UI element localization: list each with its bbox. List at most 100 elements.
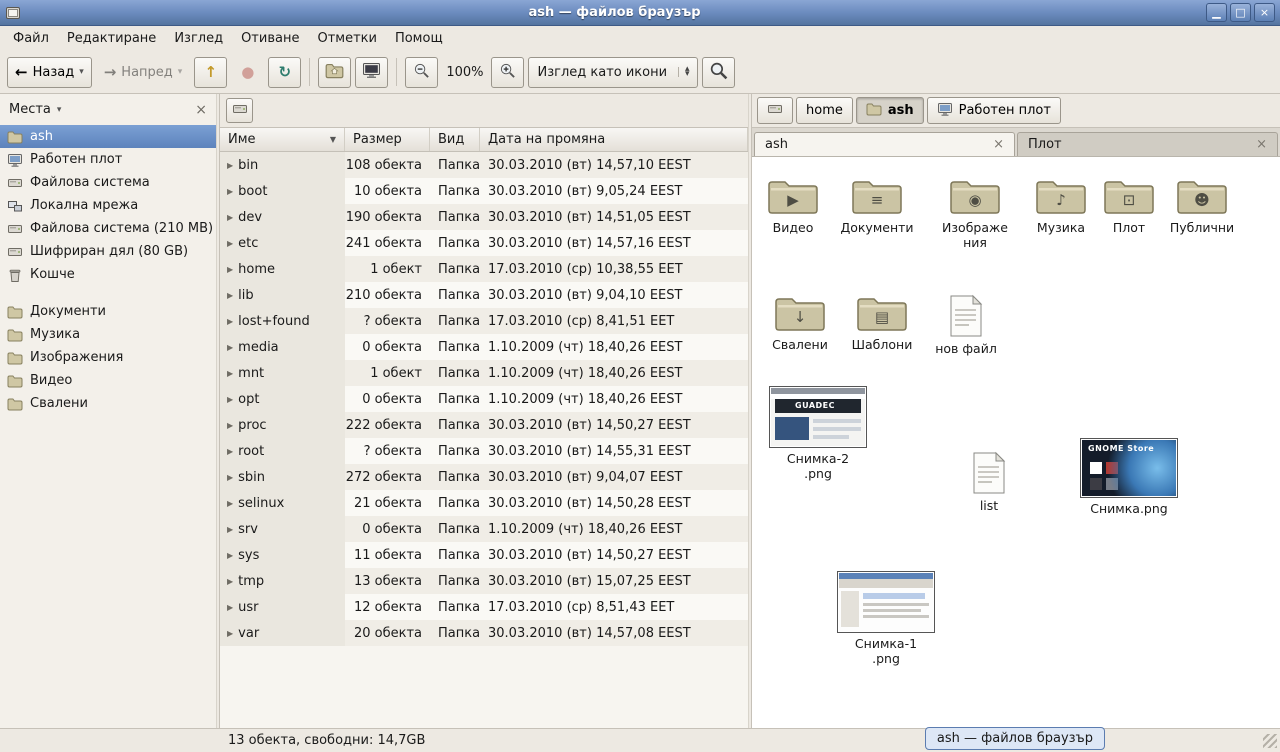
sidebar-item-Видео[interactable]: Видео: [0, 369, 216, 392]
forward-button[interactable]: → Напред ▾: [96, 57, 191, 88]
expander-icon[interactable]: ▶: [227, 421, 233, 430]
expander-icon[interactable]: ▶: [227, 577, 233, 586]
icon-view-item-Шаблони[interactable]: ▤Шаблони: [840, 294, 924, 352]
table-row-mnt[interactable]: ▶mnt1 обектПапка1.10.2009 (чт) 18,40,26 …: [220, 360, 748, 386]
menu-item-Файл[interactable]: Файл: [4, 28, 58, 49]
expander-icon[interactable]: ▶: [227, 369, 233, 378]
sidebar-item-Кошче[interactable]: Кошче: [0, 263, 216, 286]
back-dropdown-icon[interactable]: ▾: [79, 67, 84, 77]
pathbar-button-Работен плот[interactable]: Работен плот: [927, 97, 1061, 124]
expander-icon[interactable]: ▶: [227, 291, 233, 300]
tab-close-icon[interactable]: ×: [1256, 137, 1267, 152]
pathbar-button-home[interactable]: home: [796, 97, 853, 124]
icon-view-item-нов файл[interactable]: нов файл: [928, 294, 1004, 356]
pathbar-button-root[interactable]: [757, 97, 793, 124]
expander-icon[interactable]: ▶: [227, 603, 233, 612]
expander-icon[interactable]: ▶: [227, 629, 233, 638]
expander-icon[interactable]: ▶: [227, 239, 233, 248]
icon-view-item-Снимка-1.png[interactable]: Снимка-1.png: [853, 571, 919, 666]
sidebar-item-Свалени[interactable]: Свалени: [0, 392, 216, 415]
icon-view-item-Видео[interactable]: ▶Видео: [752, 177, 835, 235]
table-row-opt[interactable]: ▶opt0 обектаПапка1.10.2009 (чт) 18,40,26…: [220, 386, 748, 412]
expander-icon[interactable]: ▶: [227, 551, 233, 560]
sidebar-dropdown-icon[interactable]: ▾: [57, 105, 62, 115]
menu-item-Отиване[interactable]: Отиване: [232, 28, 308, 49]
column-header-size[interactable]: Размер: [345, 128, 430, 151]
table-row-root[interactable]: ▶root? обектаПапка30.03.2010 (вт) 14,55,…: [220, 438, 748, 464]
table-row-home[interactable]: ▶home1 обектПапка17.03.2010 (ср) 10,38,5…: [220, 256, 748, 282]
expander-icon[interactable]: ▶: [227, 499, 233, 508]
expander-icon[interactable]: ▶: [227, 161, 233, 170]
table-row-sbin[interactable]: ▶sbin272 обектаПапка30.03.2010 (вт) 9,04…: [220, 464, 748, 490]
titlebar[interactable]: ash — файлов браузър ▁ □ ×: [0, 0, 1280, 26]
sidebar-item-Локална мрежа[interactable]: Локална мрежа: [0, 194, 216, 217]
sidebar-item-Изображения[interactable]: Изображения: [0, 346, 216, 369]
icon-view-item-Музика[interactable]: ♪Музика: [1019, 177, 1103, 235]
icon-view-item-Документи[interactable]: ≡Документи: [835, 177, 919, 235]
sidebar-item-Работен плот[interactable]: Работен плот: [0, 148, 216, 171]
maximize-button[interactable]: □: [1230, 3, 1251, 22]
sidebar-item-Файлова система (210 MB)[interactable]: Файлова система (210 MB): [0, 217, 216, 240]
sidebar-item-Шифриран дял (80 GB)[interactable]: Шифриран дял (80 GB): [0, 240, 216, 263]
sidebar-item-ash[interactable]: ash: [0, 125, 216, 148]
tab-ash[interactable]: ash×: [754, 132, 1015, 156]
sidebar-item-Документи[interactable]: Документи: [0, 300, 216, 323]
icon-view-item-Изображения[interactable]: ◉Изображения: [939, 177, 1011, 250]
expander-icon[interactable]: ▶: [227, 447, 233, 456]
menu-item-Редактиране[interactable]: Редактиране: [58, 28, 165, 49]
zoom-out-button[interactable]: [405, 57, 438, 88]
sidebar-item-Музика[interactable]: Музика: [0, 323, 216, 346]
sidebar-close-icon[interactable]: ×: [195, 102, 207, 118]
resize-grip[interactable]: [1263, 734, 1277, 748]
expander-icon[interactable]: ▶: [227, 317, 233, 326]
sidebar-item-Файлова система[interactable]: Файлова система: [0, 171, 216, 194]
back-button[interactable]: ← Назад ▾: [7, 57, 92, 88]
menu-item-Помощ[interactable]: Помощ: [386, 28, 452, 49]
expander-icon[interactable]: ▶: [227, 343, 233, 352]
table-row-lost+found[interactable]: ▶lost+found? обектаПапка17.03.2010 (ср) …: [220, 308, 748, 334]
expander-icon[interactable]: ▶: [227, 187, 233, 196]
icon-view-item-Свалени[interactable]: ↓Свалени: [758, 294, 842, 352]
close-button[interactable]: ×: [1254, 3, 1275, 22]
icon-view-item-list[interactable]: list: [959, 451, 1019, 513]
search-button[interactable]: [702, 57, 735, 88]
table-row-proc[interactable]: ▶proc222 обектаПапка30.03.2010 (вт) 14,5…: [220, 412, 748, 438]
icon-view-item-Снимка-2.png[interactable]: GUADECСнимка-2.png: [785, 386, 851, 481]
table-row-lib[interactable]: ▶lib210 обектаПапка30.03.2010 (вт) 9,04,…: [220, 282, 748, 308]
taskbar-window-button[interactable]: ash — файлов браузър: [925, 727, 1105, 750]
table-row-bin[interactable]: ▶bin108 обектаПапка30.03.2010 (вт) 14,57…: [220, 152, 748, 178]
table-row-usr[interactable]: ▶usr12 обектаПапка17.03.2010 (ср) 8,51,4…: [220, 594, 748, 620]
minimize-button[interactable]: ▁: [1206, 3, 1227, 22]
up-button[interactable]: ↑: [194, 57, 227, 88]
computer-button[interactable]: [355, 57, 388, 88]
expander-icon[interactable]: ▶: [227, 525, 233, 534]
table-row-selinux[interactable]: ▶selinux21 обектаПапка30.03.2010 (вт) 14…: [220, 490, 748, 516]
menu-item-Отметки[interactable]: Отметки: [308, 28, 385, 49]
table-row-tmp[interactable]: ▶tmp13 обектаПапка30.03.2010 (вт) 15,07,…: [220, 568, 748, 594]
column-header-date[interactable]: Дата на промяна: [480, 128, 748, 151]
table-row-media[interactable]: ▶media0 обектаПапка1.10.2009 (чт) 18,40,…: [220, 334, 748, 360]
icon-view-item-Плот[interactable]: ⊡Плот: [1096, 177, 1162, 235]
table-row-boot[interactable]: ▶boot10 обектаПапка30.03.2010 (вт) 9,05,…: [220, 178, 748, 204]
tab-close-icon[interactable]: ×: [993, 137, 1004, 152]
table-row-srv[interactable]: ▶srv0 обектаПапка1.10.2009 (чт) 18,40,26…: [220, 516, 748, 542]
pathbar-button-ash[interactable]: ash: [856, 97, 924, 124]
stop-button[interactable]: ●: [231, 57, 264, 88]
column-header-type[interactable]: Вид: [430, 128, 480, 151]
tab-Плот[interactable]: Плот×: [1017, 132, 1278, 156]
table-row-sys[interactable]: ▶sys11 обектаПапка30.03.2010 (вт) 14,50,…: [220, 542, 748, 568]
expander-icon[interactable]: ▶: [227, 213, 233, 222]
sidebar-title[interactable]: Места: [9, 102, 51, 117]
location-button[interactable]: [226, 98, 253, 123]
table-row-var[interactable]: ▶var20 обектаПапка30.03.2010 (вт) 14,57,…: [220, 620, 748, 646]
view-mode-select[interactable]: Изглед като икони ▴▾: [528, 57, 698, 88]
home-button[interactable]: [318, 57, 351, 88]
menu-item-Изглед[interactable]: Изглед: [165, 28, 232, 49]
reload-button[interactable]: ↻: [268, 57, 301, 88]
expander-icon[interactable]: ▶: [227, 265, 233, 274]
expander-icon[interactable]: ▶: [227, 395, 233, 404]
icon-view-item-Снимка.png[interactable]: GNOME StoreСнимка.png: [1086, 438, 1172, 516]
expander-icon[interactable]: ▶: [227, 473, 233, 482]
zoom-in-button[interactable]: [491, 57, 524, 88]
column-header-name[interactable]: Име ▼: [220, 128, 345, 151]
